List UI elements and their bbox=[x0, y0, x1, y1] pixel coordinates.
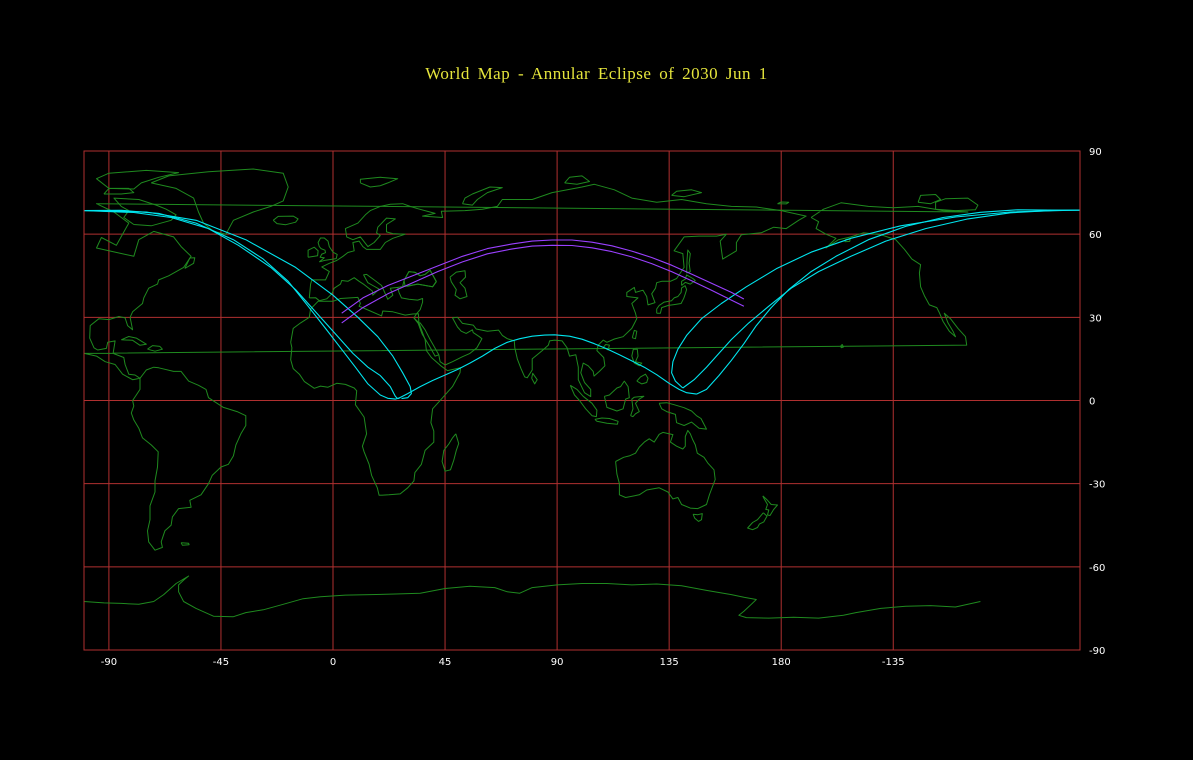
coastline-new-zealand-south bbox=[747, 512, 768, 531]
coastline-north-america bbox=[84, 202, 969, 381]
latitude-tick-label: 60 bbox=[1089, 230, 1102, 241]
coastline-tasmania bbox=[692, 513, 703, 522]
longitude-tick-label: 135 bbox=[660, 657, 679, 668]
longitude-tick-label: 0 bbox=[330, 657, 336, 668]
coastline-antarctica bbox=[84, 575, 981, 619]
latitude-tick-label: 0 bbox=[1089, 397, 1095, 408]
coastline-sri-lanka bbox=[531, 372, 538, 385]
coastline-south-america bbox=[130, 366, 247, 551]
coastline-philippines-mindanao bbox=[636, 373, 649, 385]
coastline-sulawesi bbox=[630, 395, 645, 418]
coastline-severnaya-zemlya bbox=[564, 175, 590, 185]
latitude-tick-label: 30 bbox=[1089, 313, 1102, 324]
graticule bbox=[84, 150, 1080, 651]
eclipse-path-curves bbox=[84, 209, 1080, 400]
coastline-new-guinea bbox=[658, 402, 707, 430]
coastline-novaya-zemlya bbox=[462, 186, 503, 206]
coastline-great-britain bbox=[317, 237, 338, 263]
longitude-tick-label: -90 bbox=[101, 657, 117, 668]
coastline-sakhalin bbox=[686, 249, 691, 274]
latitude-tick-label: -90 bbox=[1089, 646, 1105, 657]
world-map: -90 -45 0 45 90 135 180 -135 90 60 30 0 -30 -60 -90 bbox=[83, 147, 1106, 668]
coastline-caspian-sea bbox=[449, 270, 468, 300]
coastline-new-siberian-islands bbox=[671, 189, 702, 198]
coastline-greenland bbox=[151, 168, 289, 235]
coastline-ireland bbox=[307, 246, 319, 258]
longitude-tick-label: -135 bbox=[882, 657, 905, 668]
coastline-devon-island bbox=[103, 187, 135, 195]
eclipse-curve-penumbra-east-inner bbox=[682, 209, 1080, 389]
coastline-taiwan bbox=[631, 329, 638, 340]
coastline-australia bbox=[615, 429, 716, 510]
coastline-africa bbox=[290, 296, 461, 496]
latitude-tick-label: -30 bbox=[1089, 480, 1105, 491]
longitude-tick-label: 45 bbox=[439, 657, 452, 668]
coastline-new-zealand-north bbox=[762, 495, 778, 516]
latitude-tick-label: -60 bbox=[1089, 563, 1105, 574]
coastline-eurasia bbox=[308, 183, 807, 398]
coastline-iceland bbox=[272, 215, 299, 226]
longitude-tick-label: 90 bbox=[551, 657, 564, 668]
longitude-tick-label: 180 bbox=[772, 657, 791, 668]
coastline-banks-island bbox=[917, 194, 942, 205]
coastline-hispaniola bbox=[147, 345, 163, 352]
coastline-wrangel-island bbox=[777, 201, 790, 205]
coastline-cuba bbox=[121, 336, 147, 346]
coastline-japan bbox=[656, 285, 688, 314]
coastline-falkland-islands bbox=[180, 542, 190, 546]
axis-tick-labels: -90 -45 0 45 90 135 180 -135 90 60 30 0 -30 -60 -90 bbox=[101, 147, 1106, 668]
coastline-borneo bbox=[603, 380, 630, 412]
coastline-victoria-island bbox=[935, 197, 979, 212]
coastline-java bbox=[594, 417, 619, 425]
latitude-tick-label: 90 bbox=[1089, 147, 1102, 158]
coastline-svalbard bbox=[359, 176, 399, 188]
longitude-tick-label: -45 bbox=[213, 657, 229, 668]
coastlines bbox=[84, 168, 981, 619]
